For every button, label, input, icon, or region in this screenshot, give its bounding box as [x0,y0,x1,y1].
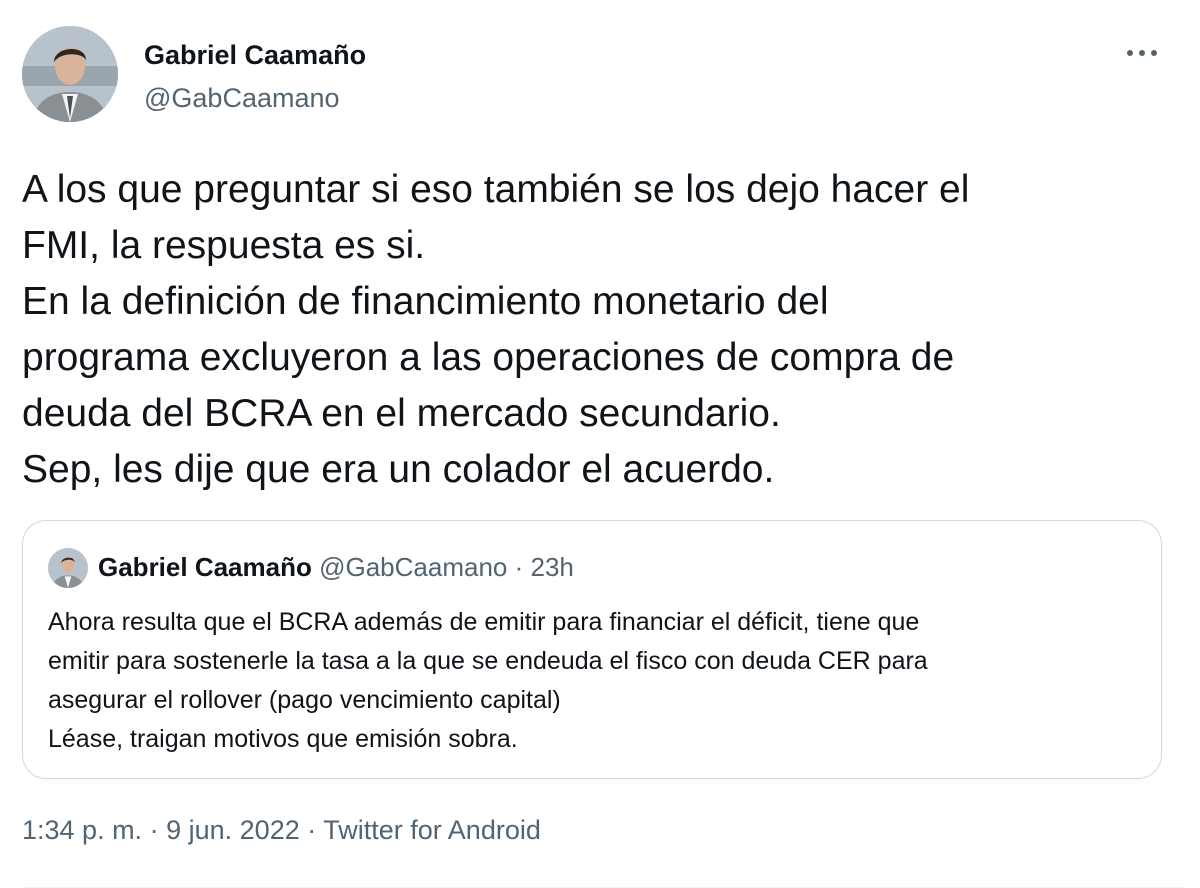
tweet-text-line: A los que preguntar si eso también se lo… [22,168,970,211]
tweet-text-line: En la definición de financimiento moneta… [22,280,829,323]
tweet-text-line: Sep, les dije que era un colador el acue… [22,448,775,491]
tweet-date[interactable]: 9 jun. 2022 [166,815,300,845]
quoted-tweet-header: Gabriel Caamaño @GabCaamano · 23h [98,552,574,583]
author-handle[interactable]: @GabCaamano [144,83,340,114]
quoted-text-line: emitir para sostenerle la tasa a la que … [48,647,928,675]
author-avatar[interactable] [22,26,118,122]
tweet-header: Gabriel Caamaño @GabCaamano [22,26,1182,126]
tweet: Gabriel Caamaño @GabCaamano A los que pr… [0,0,1200,888]
meta-separator: · [149,815,159,845]
quoted-author-avatar[interactable] [48,548,88,588]
more-horizontal-icon[interactable] [1122,40,1162,66]
quoted-time[interactable]: 23h [531,552,574,582]
quoted-tweet[interactable]: Gabriel Caamaño @GabCaamano · 23h Ahora … [22,520,1162,779]
author-name[interactable]: Gabriel Caamaño [144,40,366,71]
quoted-separator: · [514,552,524,582]
tweet-text: A los que preguntar si eso también se lo… [22,162,1182,498]
tweet-meta: 1:34 p. m. · 9 jun. 2022 · Twitter for A… [22,815,541,846]
quoted-tweet-text: Ahora resulta que el BCRA además de emit… [48,603,1138,759]
quoted-text-line: asegurar el rollover (pago vencimiento c… [48,686,561,714]
quoted-author-handle[interactable]: @GabCaamano [319,552,507,582]
quoted-text-line: Ahora resulta que el BCRA además de emit… [48,608,920,636]
tweet-text-line: deuda del BCRA en el mercado secundario. [22,392,781,435]
meta-separator: · [307,815,317,845]
quoted-author-name[interactable]: Gabriel Caamaño [98,552,312,582]
tweet-text-line: FMI, la respuesta es si. [22,224,426,267]
tweet-text-line: programa excluyeron a las operaciones de… [22,336,955,379]
quoted-text-line: Léase, traigan motivos que emisión sobra… [48,725,518,753]
tweet-source[interactable]: Twitter for Android [323,815,541,845]
tweet-time[interactable]: 1:34 p. m. [22,815,142,845]
